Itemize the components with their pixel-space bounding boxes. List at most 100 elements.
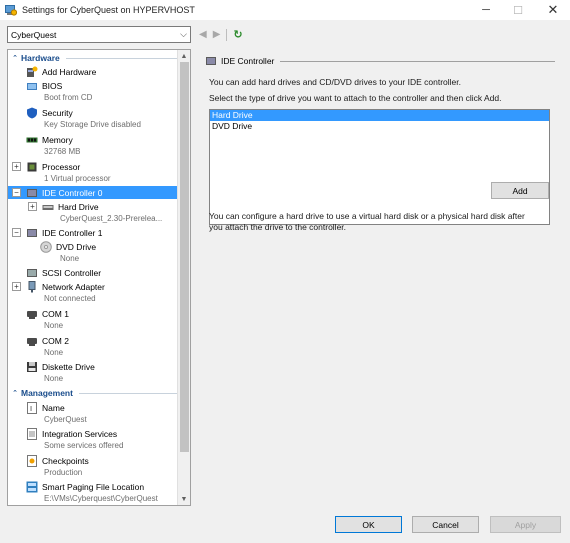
- tree-item-memory[interactable]: Memory: [8, 133, 179, 146]
- ide-controller-icon: [27, 188, 37, 197]
- ide-controller-icon: [27, 228, 37, 237]
- tree-item-network-adapter[interactable]: + Network Adapter: [8, 280, 179, 293]
- ok-button[interactable]: OK: [335, 516, 402, 533]
- tree-item-name[interactable]: I Name: [8, 401, 179, 414]
- scroll-down-icon[interactable]: ▼: [178, 493, 190, 505]
- minimize-button[interactable]: ─: [471, 0, 501, 20]
- tree-item-checkpoints[interactable]: Checkpoints: [8, 454, 179, 467]
- section-management-header[interactable]: ⌃ Management: [8, 387, 179, 399]
- tree-item-label: IDE Controller 0: [42, 187, 103, 198]
- tree-item-integration-services[interactable]: Integration Services: [8, 427, 179, 440]
- expand-icon[interactable]: +: [12, 162, 21, 171]
- back-arrow-icon[interactable]: ◀: [199, 29, 207, 40]
- tree-item-ide-controller-1[interactable]: − IDE Controller 1: [8, 226, 179, 239]
- expand-icon[interactable]: +: [12, 282, 21, 291]
- floppy-disk-icon: [27, 361, 37, 372]
- forward-arrow-icon[interactable]: ▶: [213, 29, 221, 40]
- smart-paging-icon: [26, 481, 38, 492]
- chevron-down-icon: ⌵: [180, 29, 187, 39]
- scroll-up-icon[interactable]: ▲: [178, 50, 190, 62]
- tree-item-label: Smart Paging File Location: [42, 481, 145, 492]
- tree-item-ide-controller-0[interactable]: − IDE Controller 0: [8, 186, 179, 199]
- vm-selector-value: CyberQuest: [11, 29, 57, 40]
- window-title: Settings for CyberQuest on HYPERVHOST: [22, 5, 195, 15]
- drive-option-dvd-drive[interactable]: DVD Drive: [210, 121, 549, 132]
- add-hardware-icon: [27, 66, 38, 77]
- collapse-chevron-icon[interactable]: ⌃: [9, 54, 21, 62]
- tree-item-label: Processor: [42, 161, 81, 172]
- scrollbar-thumb[interactable]: [180, 62, 189, 452]
- tree-item-label: IDE Controller 1: [42, 227, 103, 238]
- tree-item-detail: CyberQuest: [44, 415, 87, 424]
- memory-module-icon: [26, 137, 38, 142]
- vm-selector-dropdown[interactable]: CyberQuest ⌵: [7, 26, 191, 43]
- tree-item-label: Add Hardware: [42, 66, 97, 77]
- shield-icon: [27, 107, 37, 118]
- intro-text: You can add hard drives and CD/DVD drive…: [209, 77, 461, 87]
- tree-item-diskette-drive[interactable]: Diskette Drive: [8, 360, 179, 373]
- tree-item-label: Integration Services: [42, 428, 118, 439]
- tree-item-processor[interactable]: + Processor: [8, 160, 179, 173]
- panel-header: IDE Controller: [205, 55, 555, 67]
- navigation-toolbar: ◀ ▶ ↻: [199, 27, 243, 42]
- collapse-icon[interactable]: −: [12, 228, 21, 237]
- expand-icon[interactable]: +: [28, 202, 37, 211]
- tree-item-bios[interactable]: BIOS: [8, 79, 179, 92]
- tree-item-label: Security: [42, 107, 73, 118]
- section-hardware-header[interactable]: ⌃ Hardware: [8, 52, 179, 64]
- tree-item-label: BIOS: [42, 80, 63, 91]
- tree-item-detail: Key Storage Drive disabled: [44, 120, 141, 129]
- tree-item-detail: Not connected: [44, 294, 96, 303]
- drive-type-list[interactable]: Hard Drive DVD Drive: [209, 109, 550, 225]
- tree-item-label: Diskette Drive: [42, 361, 95, 372]
- add-button[interactable]: Add: [491, 182, 549, 199]
- maximize-button[interactable]: ☐: [503, 0, 533, 20]
- close-button[interactable]: ✕: [538, 0, 568, 20]
- bios-chip-icon: [27, 82, 37, 90]
- tree-item-label: Hard Drive: [58, 201, 99, 212]
- collapse-chevron-icon[interactable]: ⌃: [9, 389, 21, 397]
- network-adapter-icon: [28, 280, 36, 292]
- tree-item-dvd-drive[interactable]: DVD Drive: [8, 240, 179, 253]
- tree-item-label: Name: [42, 402, 65, 413]
- dvd-disc-icon: [40, 240, 52, 253]
- tree-item-label: COM 1: [42, 308, 69, 319]
- tree-item-smart-paging[interactable]: Smart Paging File Location: [8, 480, 179, 493]
- tree-item-detail: None: [44, 348, 64, 357]
- refresh-icon[interactable]: ↻: [233, 28, 242, 41]
- tree-item-com-1[interactable]: COM 1: [8, 307, 179, 320]
- tree-item-detail: None: [44, 321, 64, 330]
- section-management-label: Management: [21, 388, 73, 398]
- tree-scrollbar[interactable]: ▲ ▼: [177, 50, 190, 505]
- tree-item-detail: 1 Virtual processor: [44, 174, 111, 183]
- tree-item-label: COM 2: [42, 335, 69, 346]
- svg-text:I: I: [30, 405, 32, 413]
- tree-item-detail: E:\VMs\Cyberquest\CyberQuest: [44, 494, 158, 503]
- tree-item-add-hardware[interactable]: Add Hardware: [8, 65, 179, 78]
- scsi-controller-icon: [27, 268, 37, 277]
- tree-item-security[interactable]: Security: [8, 106, 179, 119]
- ide-controller-panel: IDE Controller You can add hard drives a…: [197, 49, 564, 506]
- tree-item-scsi-controller[interactable]: SCSI Controller: [8, 266, 179, 279]
- tree-item-hard-drive[interactable]: + Hard Drive: [8, 200, 179, 213]
- instruction-text: Select the type of drive you want to att…: [209, 93, 502, 103]
- drive-option-hard-drive[interactable]: Hard Drive: [210, 110, 549, 121]
- section-divider: [65, 57, 177, 59]
- name-tag-icon: I: [27, 401, 37, 414]
- tree-item-label: DVD Drive: [56, 241, 97, 252]
- hard-drive-icon: [42, 204, 54, 210]
- note-text-line-2: you attach the drive to the controller.: [209, 222, 347, 232]
- apply-button[interactable]: Apply: [490, 516, 561, 533]
- panel-title: IDE Controller: [221, 56, 275, 66]
- com-port-icon: [27, 310, 37, 319]
- tree-item-detail: CyberQuest_2.30-Prerelea...: [60, 214, 163, 223]
- tree-item-com-2[interactable]: COM 2: [8, 334, 179, 347]
- tree-item-label: Memory: [42, 134, 73, 145]
- collapse-icon[interactable]: −: [12, 188, 21, 197]
- tree-item-label: SCSI Controller: [42, 267, 102, 278]
- tree-item-label: Checkpoints: [42, 455, 89, 466]
- settings-tree[interactable]: ⌃ Hardware Add Hardware BIOS Boot from C…: [7, 49, 191, 506]
- title-bar: Settings for CyberQuest on HYPERVHOST ─ …: [0, 0, 570, 20]
- tree-item-label: Network Adapter: [42, 281, 105, 292]
- cancel-button[interactable]: Cancel: [412, 516, 479, 533]
